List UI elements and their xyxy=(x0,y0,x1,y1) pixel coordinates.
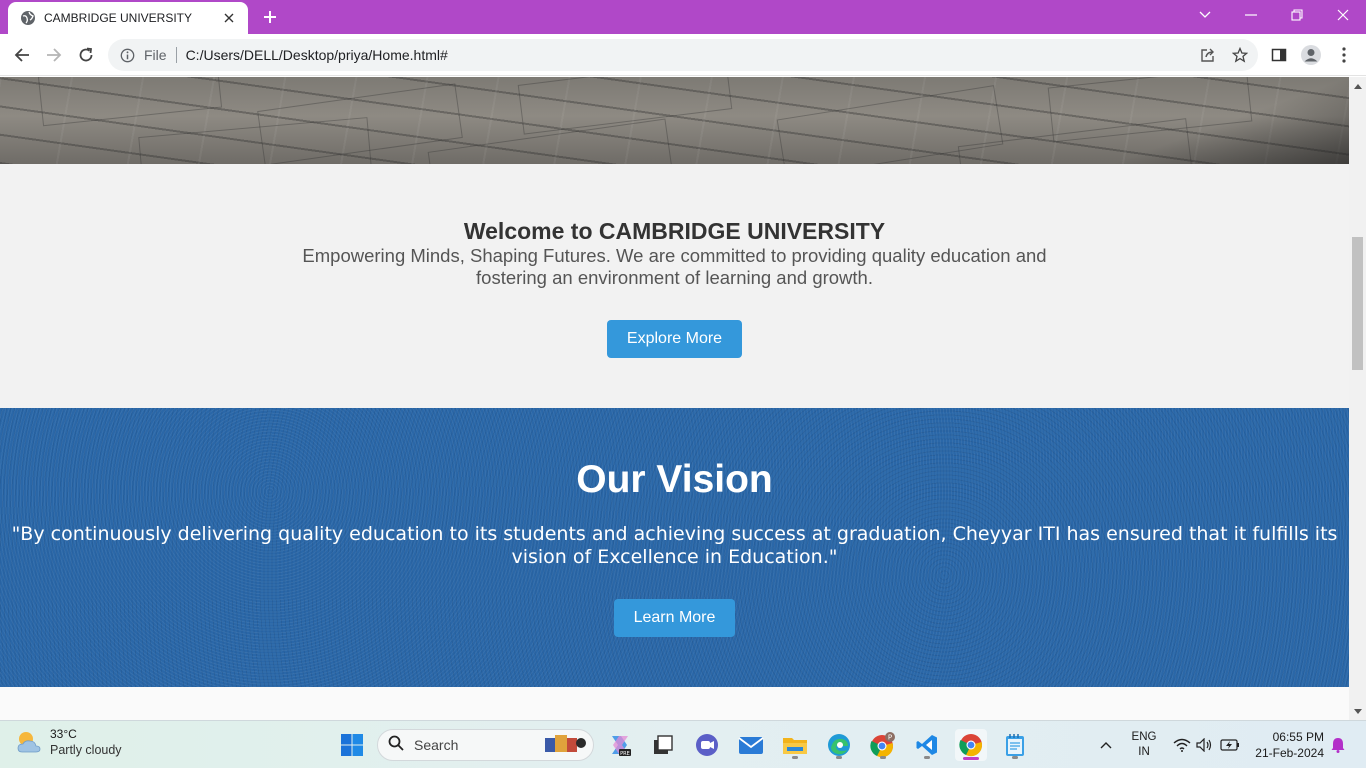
browser-toolbar: File C:/Users/DELL/Desktop/priya/Home.ht… xyxy=(0,34,1366,76)
weather-widget[interactable]: 33°C Partly cloudy xyxy=(14,727,122,758)
search-icon xyxy=(388,735,404,756)
language-indicator[interactable]: ENG IN xyxy=(1128,730,1160,760)
svg-text:P: P xyxy=(888,734,892,742)
vision-section: Our Vision "By continuously delivering q… xyxy=(0,408,1349,687)
close-window-icon[interactable] xyxy=(1320,0,1366,30)
vscode-icon[interactable] xyxy=(911,729,943,761)
info-icon[interactable] xyxy=(118,46,136,64)
language-primary: ENG xyxy=(1131,731,1157,743)
close-tab-icon[interactable] xyxy=(220,9,238,27)
language-secondary: IN xyxy=(1138,746,1150,758)
running-indicator xyxy=(836,756,842,759)
welcome-description: Empowering Minds, Shaping Futures. We ar… xyxy=(302,245,1047,288)
teams-icon[interactable] xyxy=(691,729,723,761)
next-section xyxy=(0,687,1349,720)
running-indicator xyxy=(792,756,798,759)
page-viewport: Welcome to CAMBRIDGE UNIVERSITY Empoweri… xyxy=(0,77,1349,720)
scrollbar-thumb[interactable] xyxy=(1352,237,1363,370)
task-view-icon[interactable] xyxy=(647,729,679,761)
back-arrow-icon[interactable] xyxy=(8,41,36,69)
scroll-down-arrow-icon[interactable] xyxy=(1349,703,1366,720)
search-highlight-icon xyxy=(539,732,587,759)
tab-title: CAMBRIDGE UNIVERSITY xyxy=(44,11,193,25)
notepad-icon[interactable] xyxy=(999,729,1031,761)
file-explorer-icon[interactable] xyxy=(779,729,811,761)
running-indicator xyxy=(1012,756,1018,759)
weather-temperature: 33°C xyxy=(50,727,77,741)
volume-icon[interactable] xyxy=(1195,735,1215,755)
edge-icon[interactable] xyxy=(823,729,855,761)
side-panel-icon[interactable] xyxy=(1265,41,1293,69)
welcome-section: Welcome to CAMBRIDGE UNIVERSITY Empoweri… xyxy=(0,164,1349,408)
wifi-icon[interactable] xyxy=(1172,735,1192,755)
tab-search-chevron-icon[interactable] xyxy=(1182,0,1228,30)
vision-title: Our Vision xyxy=(576,458,773,501)
learn-more-button[interactable]: Learn More xyxy=(614,599,735,637)
battery-charging-icon[interactable] xyxy=(1220,735,1240,755)
forward-arrow-icon[interactable] xyxy=(40,41,68,69)
share-icon[interactable] xyxy=(1194,41,1222,69)
system-clock[interactable]: 06:55 PM 21-Feb-2024 xyxy=(1250,729,1324,761)
scroll-up-arrow-icon[interactable] xyxy=(1349,77,1366,94)
address-scheme-label: File xyxy=(144,47,167,63)
svg-text:PRE: PRE xyxy=(620,751,630,757)
weather-description: Partly cloudy xyxy=(50,743,122,757)
taskbar-search-box[interactable]: Search xyxy=(377,729,594,761)
bookmark-star-icon[interactable] xyxy=(1226,41,1254,69)
clock-time: 06:55 PM xyxy=(1272,730,1324,744)
address-divider xyxy=(175,47,177,63)
active-app-indicator xyxy=(963,757,979,760)
reload-icon[interactable] xyxy=(72,41,100,69)
address-bar[interactable]: File C:/Users/DELL/Desktop/priya/Home.ht… xyxy=(108,39,1258,71)
page-scrollbar[interactable] xyxy=(1349,77,1366,720)
new-tab-button[interactable] xyxy=(258,6,282,28)
globe-icon xyxy=(20,10,36,26)
running-indicator xyxy=(924,756,930,759)
profile-avatar-icon[interactable] xyxy=(1297,41,1325,69)
search-placeholder: Search xyxy=(414,737,459,753)
more-menu-icon[interactable] xyxy=(1330,41,1358,69)
running-indicator xyxy=(880,756,886,759)
windows-taskbar: 33°C Partly cloudy Search PRE P ENG IN 0… xyxy=(0,720,1366,768)
vision-quote: "By continuously delivering quality educ… xyxy=(11,523,1338,568)
partly-cloudy-icon xyxy=(14,728,44,758)
restore-icon[interactable] xyxy=(1274,0,1320,30)
address-url[interactable]: C:/Users/DELL/Desktop/priya/Home.html# xyxy=(186,47,448,63)
notification-bell-icon[interactable] xyxy=(1328,735,1348,755)
start-icon[interactable] xyxy=(336,729,368,761)
clock-date: 21-Feb-2024 xyxy=(1255,746,1324,760)
browser-tab[interactable]: CAMBRIDGE UNIVERSITY xyxy=(8,2,248,34)
browser-titlebar: CAMBRIDGE UNIVERSITY xyxy=(0,0,1366,34)
minimize-icon[interactable] xyxy=(1228,0,1274,30)
chrome-profile-icon[interactable]: P xyxy=(867,729,899,761)
explore-more-button[interactable]: Explore More xyxy=(607,320,742,358)
copilot-icon[interactable]: PRE xyxy=(604,729,636,761)
welcome-title: Welcome to CAMBRIDGE UNIVERSITY xyxy=(463,218,886,244)
hero-pavement-image xyxy=(0,77,1349,202)
mail-icon[interactable] xyxy=(735,729,767,761)
show-hidden-icons-chevron-icon[interactable] xyxy=(1096,735,1116,755)
chrome-icon[interactable] xyxy=(955,729,987,761)
